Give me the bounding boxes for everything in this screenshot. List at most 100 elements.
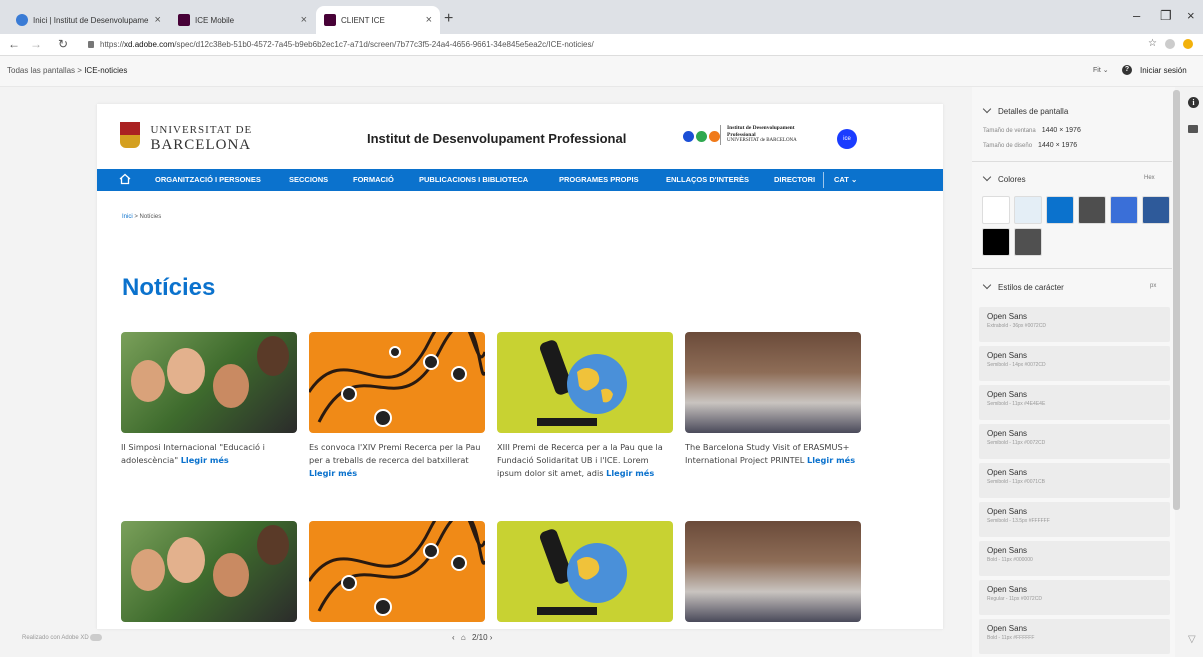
char-style-unit[interactable]: px: [1150, 283, 1156, 289]
breadcrumb-home[interactable]: Inici: [122, 214, 133, 220]
char-styles-label: Estilos de carácter: [998, 283, 1064, 292]
close-tab-icon[interactable]: ×: [420, 14, 432, 26]
read-more-link[interactable]: Llegir més: [807, 455, 855, 465]
char-style-item[interactable]: Open Sans Extrabold - 36px #0072CD: [979, 307, 1170, 342]
color-swatch[interactable]: [1046, 196, 1074, 224]
info-icon[interactable]: i: [1188, 97, 1199, 108]
tab-title: Inici | Institut de Desenvolupame: [33, 15, 149, 25]
char-style-item[interactable]: Open Sans Bold - 11px #FFFFFF: [979, 619, 1170, 654]
zoom-fit-dropdown[interactable]: Fit ⌄: [1093, 66, 1109, 74]
color-swatch[interactable]: [1142, 196, 1170, 224]
maximize-icon[interactable]: ❐: [1160, 8, 1172, 24]
nav-directori[interactable]: DIRECTORI: [774, 169, 815, 191]
design-size-label: Tamaño de diseño: [983, 143, 1033, 149]
char-style-item[interactable]: Open Sans Regular - 11px #0072CD: [979, 580, 1170, 615]
news-image[interactable]: [309, 332, 485, 433]
chevron-down-icon: [982, 104, 992, 114]
char-style-font: Open Sans: [987, 624, 1028, 633]
news-card[interactable]: II Simposi Internacional "Educació i ado…: [121, 521, 297, 629]
news-image[interactable]: [121, 332, 297, 433]
read-more-link[interactable]: Llegir més: [181, 455, 229, 465]
news-card[interactable]: The Barcelona Study Visit of ERASMUS+ In…: [685, 332, 861, 467]
ice-badge[interactable]: ice: [837, 129, 857, 149]
all-screens-link[interactable]: Todas las pantallas: [7, 66, 75, 75]
color-swatch[interactable]: [1078, 196, 1106, 224]
char-style-item[interactable]: Open Sans Semibold - 11px #0071CB: [979, 463, 1170, 498]
news-image[interactable]: [497, 332, 673, 433]
news-image[interactable]: [497, 521, 673, 622]
close-window-icon[interactable]: ×: [1187, 8, 1195, 23]
news-image[interactable]: [685, 521, 861, 622]
forward-icon[interactable]: →: [30, 37, 42, 51]
breadcrumb-separator: >: [77, 66, 82, 75]
news-card[interactable]: The Barcelona Study Visit of ERASMUS+ In…: [685, 521, 861, 629]
help-icon[interactable]: ?: [1122, 65, 1132, 75]
news-image[interactable]: [121, 521, 297, 622]
news-image[interactable]: [309, 521, 485, 622]
read-more-link[interactable]: Llegir més: [606, 468, 654, 478]
char-style-font: Open Sans: [987, 507, 1028, 516]
browser-tab-client-ice[interactable]: CLIENT ICE ×: [316, 6, 440, 34]
char-style-item[interactable]: Open Sans Bold - 11px #000000: [979, 541, 1170, 576]
read-more-link[interactable]: Llegir més: [309, 468, 357, 478]
nav-seccions[interactable]: SECCIONS: [289, 169, 328, 191]
news-card[interactable]: XIII Premi de Recerca per a la Pau que l…: [497, 521, 673, 629]
inst-line3: UNIVERSITAT de BARCELONA: [727, 138, 797, 143]
design-size-row: Tamaño de diseño 1440 × 1976: [983, 142, 1077, 149]
prev-screen-icon[interactable]: ‹: [452, 633, 455, 642]
home-screen-icon[interactable]: ⌂: [461, 633, 466, 642]
main-nav: ORGANITZACIÓ I PERSONES SECCIONS FORMACI…: [97, 169, 943, 191]
news-image[interactable]: [685, 332, 861, 433]
new-tab-icon[interactable]: +: [444, 10, 453, 28]
logo-line1: UNIVERSITAT DE: [150, 124, 253, 136]
xd-toggle-icon[interactable]: [90, 634, 103, 641]
nav-organitzacio[interactable]: ORGANITZACIÓ I PERSONES: [155, 169, 261, 191]
logo-line2: BARCELONA: [150, 137, 252, 153]
color-swatch[interactable]: [1110, 196, 1138, 224]
close-tab-icon[interactable]: ×: [148, 14, 160, 26]
char-style-item[interactable]: Open Sans Semibold - 11px #4E4E4E: [979, 385, 1170, 420]
news-card[interactable]: Es convoca l'XIV Premi Recerca per la Pa…: [309, 332, 485, 480]
screen-details-header[interactable]: Detalles de pantalla: [972, 104, 1068, 116]
reload-icon[interactable]: ↻: [58, 37, 68, 51]
browser-tab-inici[interactable]: Inici | Institut de Desenvolupame ×: [8, 6, 168, 34]
extension-icon[interactable]: [1183, 39, 1193, 49]
char-style-desc: Semibold - 13.5px #FFFFFF: [987, 518, 1050, 524]
profile-icon[interactable]: [1165, 39, 1175, 49]
color-swatch[interactable]: [982, 196, 1010, 224]
back-icon[interactable]: ←: [8, 37, 20, 51]
bookmark-star-icon[interactable]: ☆: [1148, 38, 1157, 49]
comment-icon[interactable]: [1188, 125, 1198, 133]
color-format-dropdown[interactable]: Hex: [1144, 175, 1155, 181]
nav-formacio[interactable]: FORMACIÓ: [353, 169, 394, 191]
breadcrumb-separator: >: [134, 214, 138, 220]
char-style-item[interactable]: Open Sans Semibold - 11px #0072CD: [979, 424, 1170, 459]
panel-scrollbar[interactable]: [1173, 90, 1180, 510]
colors-header[interactable]: Colores: [972, 172, 1026, 184]
news-card[interactable]: II Simposi Internacional "Educació i ado…: [121, 332, 297, 467]
url-path: /spec/d12c38eb-51b0-4572-7a45-b9eb6b2ec1…: [174, 40, 594, 49]
news-card[interactable]: XIII Premi de Recerca per a la Pau que l…: [497, 332, 673, 480]
browser-tab-ice-mobile[interactable]: ICE Mobile ×: [170, 6, 315, 34]
char-styles-header[interactable]: Estilos de carácter: [972, 280, 1064, 292]
next-screen-icon[interactable]: ›: [490, 633, 493, 642]
home-icon[interactable]: [119, 173, 131, 185]
news-card[interactable]: Es convoca l'XIV Premi Recerca per la Pa…: [309, 521, 485, 629]
colors-label: Colores: [998, 175, 1026, 184]
language-select[interactable]: CAT ⌄: [834, 169, 857, 191]
filter-icon[interactable]: ▽: [1188, 634, 1196, 645]
char-style-desc: Semibold - 11px #4E4E4E: [987, 401, 1046, 407]
signin-link[interactable]: Iniciar sesión: [1140, 66, 1187, 75]
color-swatch[interactable]: [982, 228, 1010, 256]
nav-programes[interactable]: PROGRAMES PROPIS: [559, 169, 639, 191]
char-style-item[interactable]: Open Sans Semibold - 13.5px #FFFFFF: [979, 502, 1170, 537]
nav-publicacions[interactable]: PUBLICACIONS I BIBLIOTECA: [419, 169, 528, 191]
minimize-icon[interactable]: –: [1133, 8, 1140, 23]
window-size-label: Tamaño de ventana: [983, 128, 1036, 134]
color-swatch[interactable]: [1014, 196, 1042, 224]
char-style-item[interactable]: Open Sans Semibold - 14px #0072CD: [979, 346, 1170, 381]
url-field[interactable]: https://xd.adobe.com/spec/d12c38eb-51b0-…: [88, 37, 1128, 53]
close-tab-icon[interactable]: ×: [295, 14, 307, 26]
color-swatch[interactable]: [1014, 228, 1042, 256]
nav-enllacos[interactable]: ENLLAÇOS D'INTERÈS: [666, 169, 749, 191]
